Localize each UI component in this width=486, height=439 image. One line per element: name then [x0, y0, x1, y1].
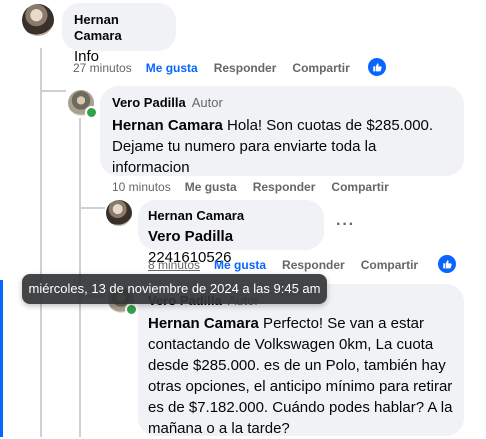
reply-author[interactable]: Vero Padilla — [112, 95, 186, 110]
reply-text-content: Perfecto! Se van a estar contactando de … — [148, 315, 453, 437]
thread-line-main — [40, 48, 42, 437]
mention-link[interactable]: Vero Padilla — [148, 228, 233, 245]
focus-indicator — [0, 280, 3, 437]
mention-link[interactable]: Hernan Camara — [112, 117, 223, 134]
share-button[interactable]: Compartir — [292, 61, 349, 75]
like-reaction-icon[interactable] — [436, 253, 458, 275]
avatar[interactable] — [22, 4, 54, 36]
timestamp-tooltip: miércoles, 13 de noviembre de 2024 a las… — [22, 274, 327, 304]
like-reaction-icon[interactable] — [366, 56, 388, 78]
more-options-button[interactable]: ··· — [336, 216, 355, 234]
reply-timestamp[interactable]: 8 minutos — [148, 258, 200, 272]
comment-bubble: Hernan Camara Info — [62, 3, 176, 65]
reply-timestamp[interactable]: 10 minutos — [112, 180, 171, 194]
reply-actions: 10 minutos Me gusta Responder Compartir — [112, 180, 405, 194]
thread-line-branch-1 — [40, 90, 66, 92]
share-button[interactable]: Compartir — [361, 258, 418, 272]
avatar[interactable] — [106, 200, 132, 226]
reply-author[interactable]: Hernan Camara — [148, 208, 314, 224]
author-badge: Autor — [191, 95, 223, 110]
reply-bubble: Vero PadillaAutor Hernan Camara Perfecto… — [138, 284, 464, 439]
comment-timestamp[interactable]: 27 minutos — [73, 61, 132, 75]
mention-link[interactable]: Hernan Camara — [148, 315, 259, 332]
online-status-icon — [85, 106, 98, 119]
comment-actions: 27 minutos Me gusta Responder Compartir — [73, 61, 366, 75]
reply-bubble: Vero Padilla Autor Hernan Camara Hola! So… — [100, 86, 464, 176]
like-button[interactable]: Me gusta — [146, 61, 198, 75]
share-button[interactable]: Compartir — [331, 180, 388, 194]
online-status-icon — [125, 303, 138, 316]
like-button[interactable]: Me gusta — [185, 180, 237, 194]
reply-bubble: Hernan Camara Vero Padilla 2241610526 — [138, 200, 324, 266]
reply-text: Hernan Camara Perfecto! Se van a estar c… — [148, 313, 454, 439]
reply-actions: 8 minutos Me gusta Responder Compartir — [148, 258, 434, 272]
reply-button[interactable]: Responder — [253, 180, 316, 194]
comment-author[interactable]: Hernan Camara — [74, 12, 164, 44]
like-button[interactable]: Me gusta — [214, 258, 266, 272]
reply-text: Hernan Camara Hola! Son cuotas de $285.0… — [112, 115, 452, 178]
reply-button[interactable]: Responder — [282, 258, 345, 272]
reply-button[interactable]: Responder — [214, 61, 277, 75]
thread-line-branch-2 — [79, 207, 105, 209]
